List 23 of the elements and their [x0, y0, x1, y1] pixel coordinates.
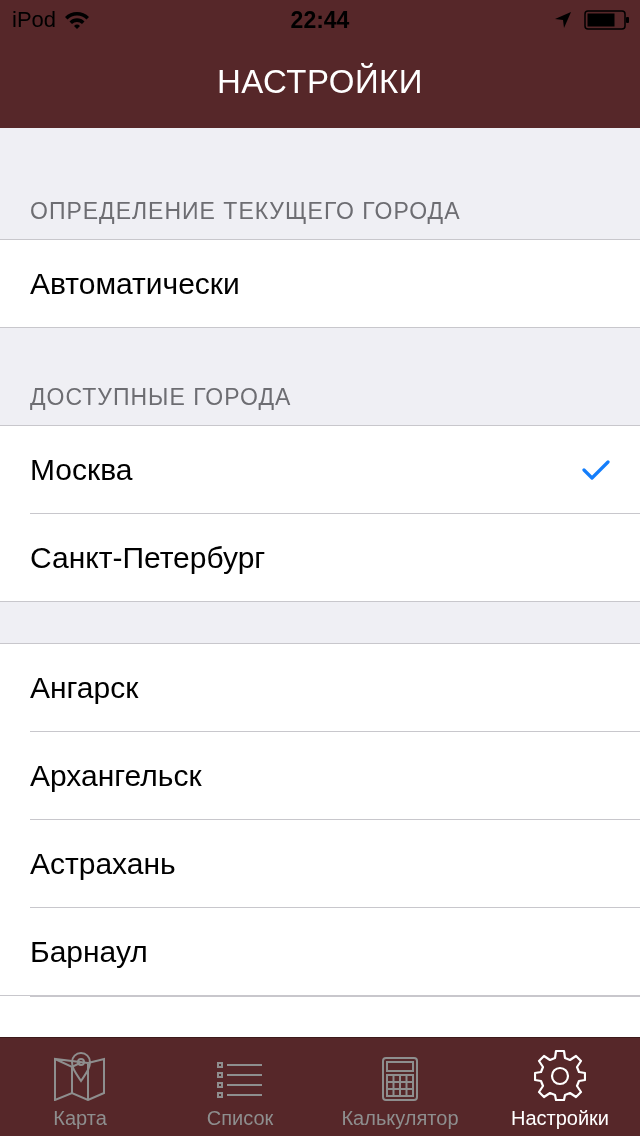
- city-row[interactable]: Москва: [30, 426, 640, 514]
- wifi-icon: [64, 10, 91, 30]
- city-row[interactable]: Санкт-Петербург: [30, 514, 640, 601]
- tab-item[interactable]: Калькулятор: [320, 1038, 480, 1136]
- location-arrow-icon: [554, 11, 572, 29]
- settings-icon: [534, 1049, 586, 1101]
- city-row[interactable]: Ангарск: [30, 644, 640, 732]
- battery-icon: [584, 9, 630, 31]
- checkmark-icon: [582, 458, 610, 481]
- city-row[interactable]: Барнаул: [30, 908, 640, 995]
- section-header: ОПРЕДЕЛЕНИЕ ТЕКУЩЕГО ГОРОДА: [30, 198, 461, 225]
- calculator-icon: [382, 1057, 418, 1101]
- map-pin-icon: [54, 1051, 106, 1101]
- section-header: ДОСТУПНЫЕ ГОРОДА: [30, 384, 292, 411]
- carrier-name: iPod: [12, 7, 57, 33]
- tab-item[interactable]: Список: [160, 1038, 320, 1136]
- city-row[interactable]: Архангельск: [30, 732, 640, 820]
- city-row[interactable]: Астрахань: [30, 820, 640, 908]
- tab-item[interactable]: Настройки: [480, 1038, 640, 1136]
- screen-title: НАСТРОЙКИ: [216, 63, 424, 101]
- list-icon: [217, 1061, 263, 1101]
- status-time: 22:44: [290, 6, 350, 34]
- tab-item[interactable]: Карта: [0, 1038, 160, 1136]
